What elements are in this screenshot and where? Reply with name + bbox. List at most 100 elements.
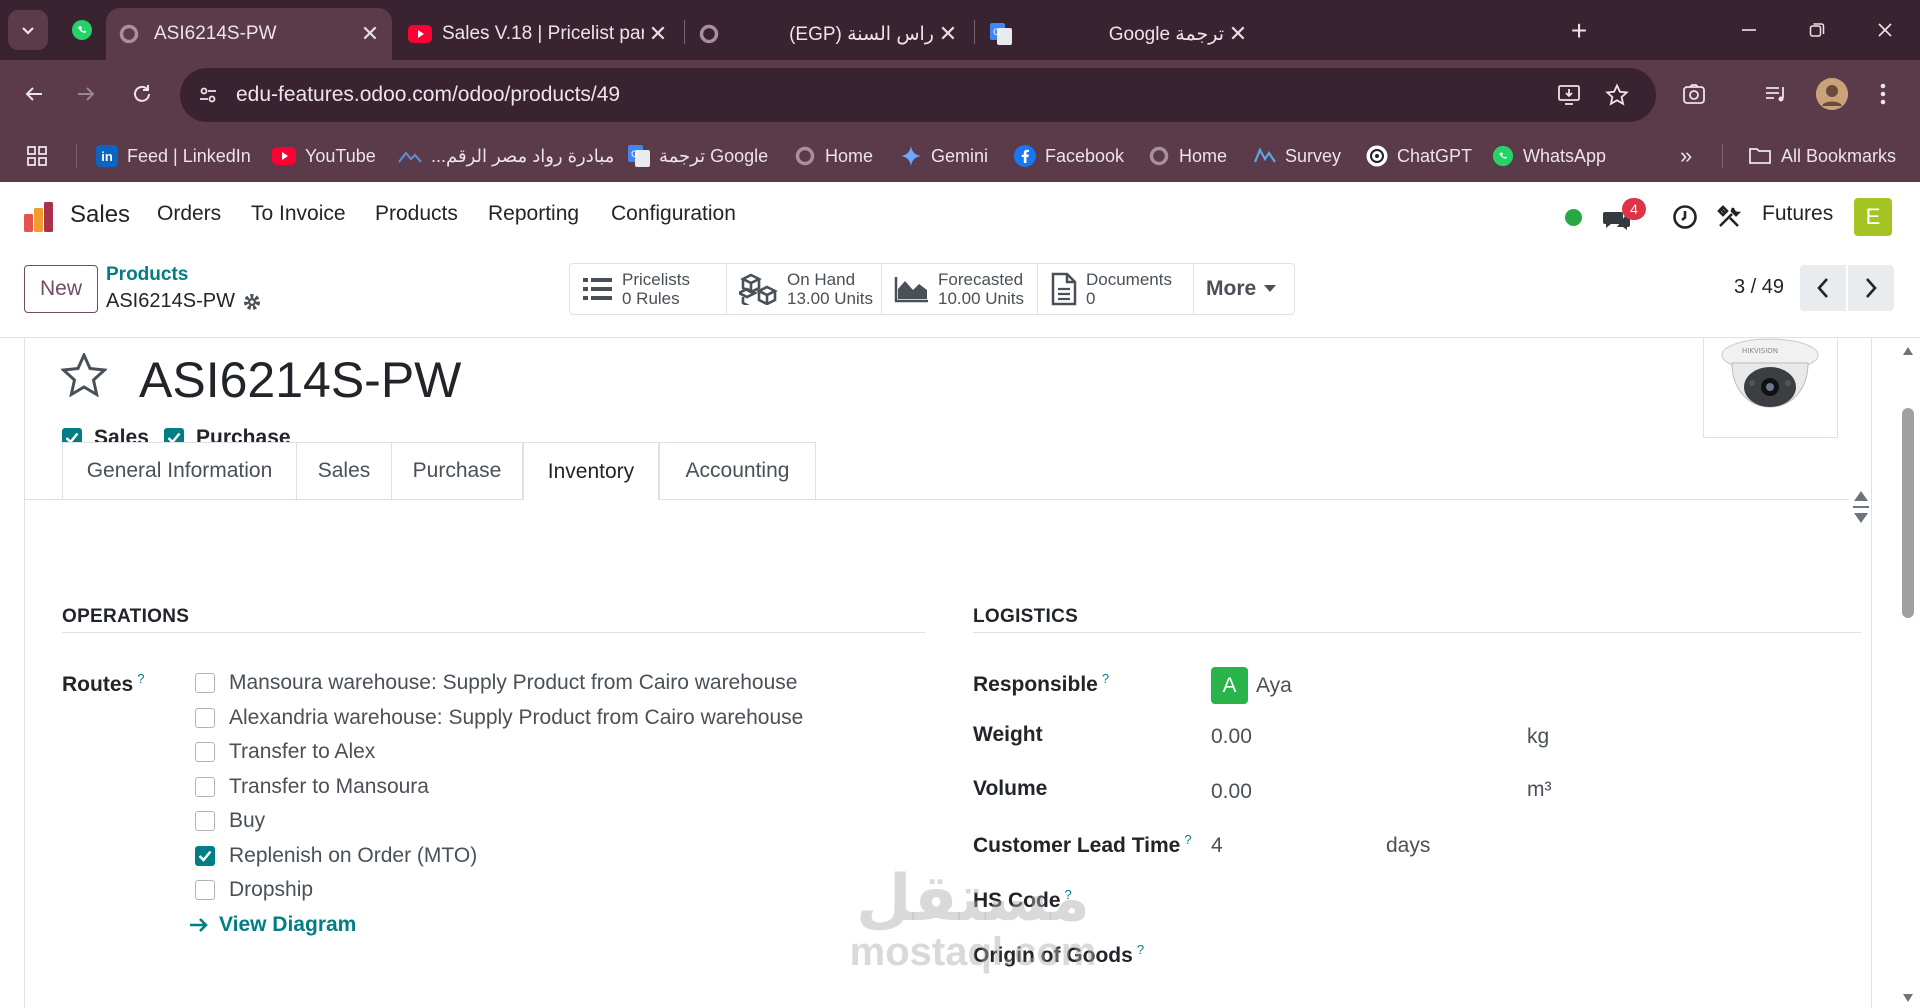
menu-to-invoice[interactable]: To Invoice bbox=[251, 202, 346, 226]
close-tab-icon[interactable]: ✕ bbox=[934, 21, 962, 47]
forward-button[interactable] bbox=[66, 74, 106, 114]
favorite-star-icon[interactable] bbox=[61, 353, 107, 397]
site-info-button[interactable] bbox=[192, 79, 224, 111]
close-tab-icon[interactable]: ✕ bbox=[1224, 21, 1252, 47]
smart-button-on-hand[interactable]: On Hand 13.00 Units bbox=[726, 263, 882, 315]
breadcrumb-products[interactable]: Products bbox=[106, 264, 188, 286]
sales-app-icon[interactable] bbox=[22, 200, 56, 234]
customer-lead-time-input[interactable]: 4 bbox=[1211, 834, 1223, 858]
smart-button-forecasted[interactable]: Forecasted 10.00 Units bbox=[881, 263, 1038, 315]
whatsapp-pinned-tab[interactable] bbox=[64, 12, 100, 48]
close-window-button[interactable] bbox=[1862, 0, 1908, 60]
install-app-button[interactable] bbox=[1554, 80, 1584, 110]
tab-search-button[interactable] bbox=[8, 10, 48, 50]
tab-sales[interactable]: Sales bbox=[296, 442, 392, 499]
all-bookmarks-button[interactable]: All Bookmarks bbox=[1748, 130, 1896, 182]
tab-youtube[interactable]: Sales V.18 | Pricelist part 3 - You ✕ bbox=[398, 8, 680, 60]
browser-menu-button[interactable] bbox=[1868, 76, 1898, 112]
bookmark-rowad-misr[interactable]: مبادرة رواد مصر الرقم... bbox=[398, 130, 614, 182]
help-tooltip-icon[interactable]: ? bbox=[137, 671, 144, 686]
debug-tools-button[interactable] bbox=[1716, 204, 1742, 230]
url-text[interactable]: edu-features.odoo.com/odoo/products/49 bbox=[236, 83, 620, 107]
product-image[interactable]: HIKVISION bbox=[1703, 338, 1838, 438]
route-mto[interactable]: Replenish on Order (MTO) bbox=[195, 844, 477, 868]
bookmark-home[interactable]: Home bbox=[794, 130, 873, 182]
bookmark-survey[interactable]: Survey bbox=[1254, 130, 1341, 182]
close-tab-icon[interactable]: ✕ bbox=[644, 21, 672, 47]
route-mansoura[interactable]: Mansoura warehouse: Supply Product from … bbox=[195, 671, 797, 695]
tab-purchase[interactable]: Purchase bbox=[391, 442, 523, 499]
smart-button-pricelists[interactable]: Pricelists 0 Rules bbox=[569, 263, 727, 315]
google-lens-button[interactable] bbox=[1676, 76, 1712, 112]
page-scrollbar[interactable] bbox=[1896, 338, 1920, 1008]
help-tooltip-icon[interactable]: ? bbox=[1102, 671, 1109, 686]
view-diagram-button[interactable]: View Diagram bbox=[189, 913, 356, 937]
help-tooltip-icon[interactable]: ? bbox=[1184, 832, 1191, 847]
restore-button[interactable] bbox=[1794, 0, 1840, 60]
weight-input[interactable]: 0.00 bbox=[1211, 725, 1252, 749]
pager-next-button[interactable] bbox=[1848, 265, 1894, 311]
bookmark-youtube[interactable]: YouTube bbox=[272, 130, 376, 182]
scroll-down-arrow-icon[interactable] bbox=[1853, 512, 1869, 524]
tab-odoo-egp[interactable]: راس السنة (EGP) ✕ bbox=[688, 8, 970, 60]
scroll-up-arrow-icon[interactable] bbox=[1853, 490, 1869, 502]
pager-previous-button[interactable] bbox=[1800, 265, 1846, 311]
bookmark-home-2[interactable]: Home bbox=[1148, 130, 1227, 182]
tab-google-translate[interactable]: G ترجمة Google ✕ bbox=[978, 8, 1260, 60]
bookmark-whatsapp[interactable]: WhatsApp bbox=[1492, 130, 1606, 182]
messaging-button[interactable]: 4 bbox=[1602, 198, 1652, 238]
pager-value[interactable]: 3 / 49 bbox=[1734, 276, 1784, 299]
scrollbar-down-arrow-icon[interactable] bbox=[1902, 993, 1914, 1003]
route-dropship[interactable]: Dropship bbox=[195, 878, 313, 902]
new-tab-button[interactable]: + bbox=[1562, 14, 1596, 48]
checkbox-unchecked bbox=[195, 880, 215, 900]
user-avatar[interactable]: E bbox=[1854, 198, 1892, 236]
tab-inventory[interactable]: Inventory bbox=[523, 442, 659, 500]
back-button[interactable] bbox=[14, 74, 54, 114]
app-name[interactable]: Sales bbox=[70, 201, 130, 229]
odoo-icon bbox=[119, 24, 139, 44]
menu-reporting[interactable]: Reporting bbox=[488, 202, 579, 226]
scrollbar-up-arrow-icon[interactable] bbox=[1902, 346, 1914, 356]
route-buy[interactable]: Buy bbox=[195, 809, 265, 833]
responsible-name: Aya bbox=[1256, 673, 1292, 697]
menu-products[interactable]: Products bbox=[375, 202, 458, 226]
product-name[interactable]: ASI6214S-PW bbox=[139, 351, 461, 409]
smart-button-documents[interactable]: Documents 0 bbox=[1037, 263, 1194, 315]
profile-avatar[interactable] bbox=[1816, 78, 1848, 110]
help-tooltip-icon[interactable]: ? bbox=[1137, 942, 1144, 957]
apps-shortcut[interactable] bbox=[26, 130, 48, 182]
menu-orders[interactable]: Orders bbox=[157, 202, 221, 226]
more-bookmarks-button[interactable]: » bbox=[1680, 130, 1692, 182]
route-alexandria[interactable]: Alexandria warehouse: Supply Product fro… bbox=[195, 706, 803, 730]
tab-general-information[interactable]: General Information bbox=[62, 442, 297, 499]
bookmark-facebook[interactable]: Facebook bbox=[1014, 130, 1124, 182]
help-tooltip-icon[interactable]: ? bbox=[1065, 887, 1072, 902]
tab-title: ASI6214S-PW bbox=[154, 23, 277, 44]
address-bar[interactable]: edu-features.odoo.com/odoo/products/49 bbox=[180, 68, 1656, 122]
scrollbar-thumb[interactable] bbox=[1902, 408, 1914, 618]
person-icon bbox=[1816, 78, 1848, 110]
bookmark-google-translate[interactable]: G ترجمة Google bbox=[628, 130, 768, 182]
close-tab-icon[interactable]: ✕ bbox=[356, 21, 384, 47]
route-transfer-alex[interactable]: Transfer to Alex bbox=[195, 740, 375, 764]
responsible-field[interactable]: A Aya bbox=[1211, 667, 1292, 704]
bookmark-linkedin[interactable]: in Feed | LinkedIn bbox=[96, 130, 251, 182]
new-button[interactable]: New bbox=[24, 265, 98, 313]
activity-button[interactable] bbox=[1672, 204, 1698, 230]
reload-button[interactable] bbox=[122, 74, 162, 114]
volume-input[interactable]: 0.00 bbox=[1211, 780, 1252, 804]
route-transfer-mansoura[interactable]: Transfer to Mansoura bbox=[195, 775, 429, 799]
gear-icon[interactable] bbox=[242, 292, 262, 312]
media-control-button[interactable] bbox=[1758, 76, 1794, 112]
bookmark-chatgpt[interactable]: ChatGPT bbox=[1366, 130, 1472, 182]
tab-accounting[interactable]: Accounting bbox=[659, 442, 816, 499]
more-dropdown-button[interactable]: More bbox=[1193, 263, 1295, 315]
company-switcher[interactable]: Futures bbox=[1762, 202, 1833, 226]
minimize-button[interactable] bbox=[1726, 0, 1772, 60]
bookmark-gemini[interactable]: Gemini bbox=[900, 130, 988, 182]
tab-product[interactable]: ASI6214S-PW ✕ bbox=[106, 8, 392, 60]
bookmark-label: WhatsApp bbox=[1523, 145, 1607, 166]
menu-configuration[interactable]: Configuration bbox=[611, 202, 736, 226]
bookmark-star-button[interactable] bbox=[1602, 80, 1632, 110]
